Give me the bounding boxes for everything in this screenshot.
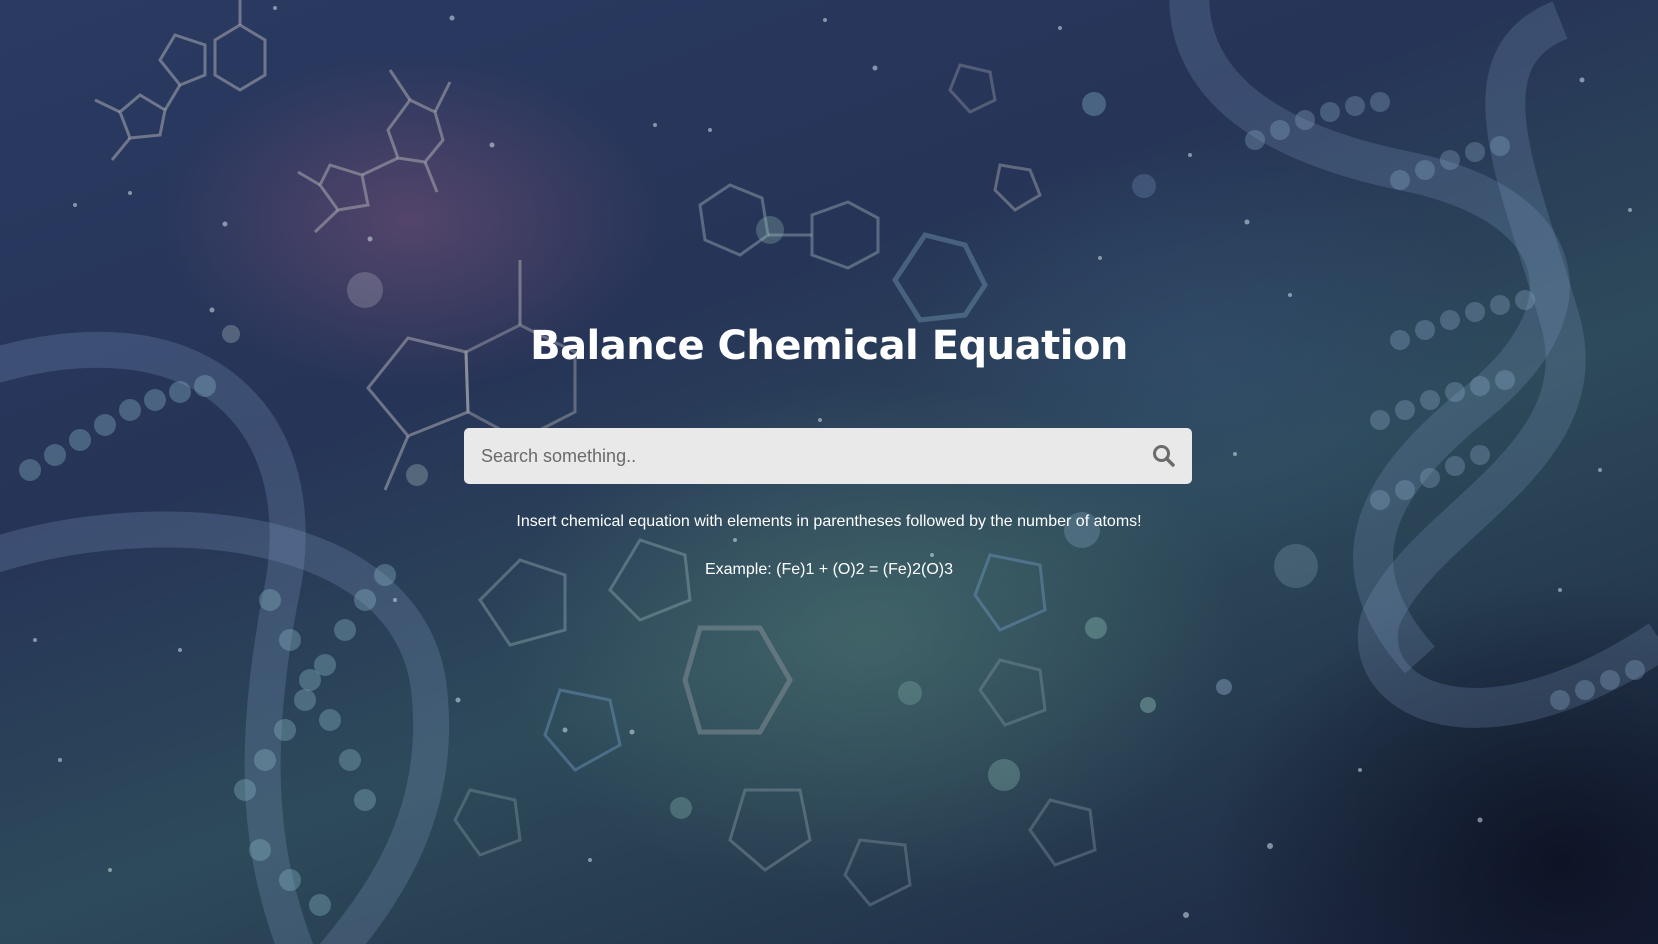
search-button[interactable] [1150,442,1178,470]
example-text: Example: (Fe)1 + (O)2 = (Fe)2(O)3 [704,561,954,578]
page-title: Balance Chemical Equation [530,323,1128,369]
search-input[interactable] [464,428,1124,484]
search-icon [1153,445,1175,467]
main-content: Balance Chemical Equation Insert chemica… [0,0,1658,944]
search-bar [464,428,1192,484]
instructions-text: Insert chemical equation with elements i… [516,513,1142,530]
